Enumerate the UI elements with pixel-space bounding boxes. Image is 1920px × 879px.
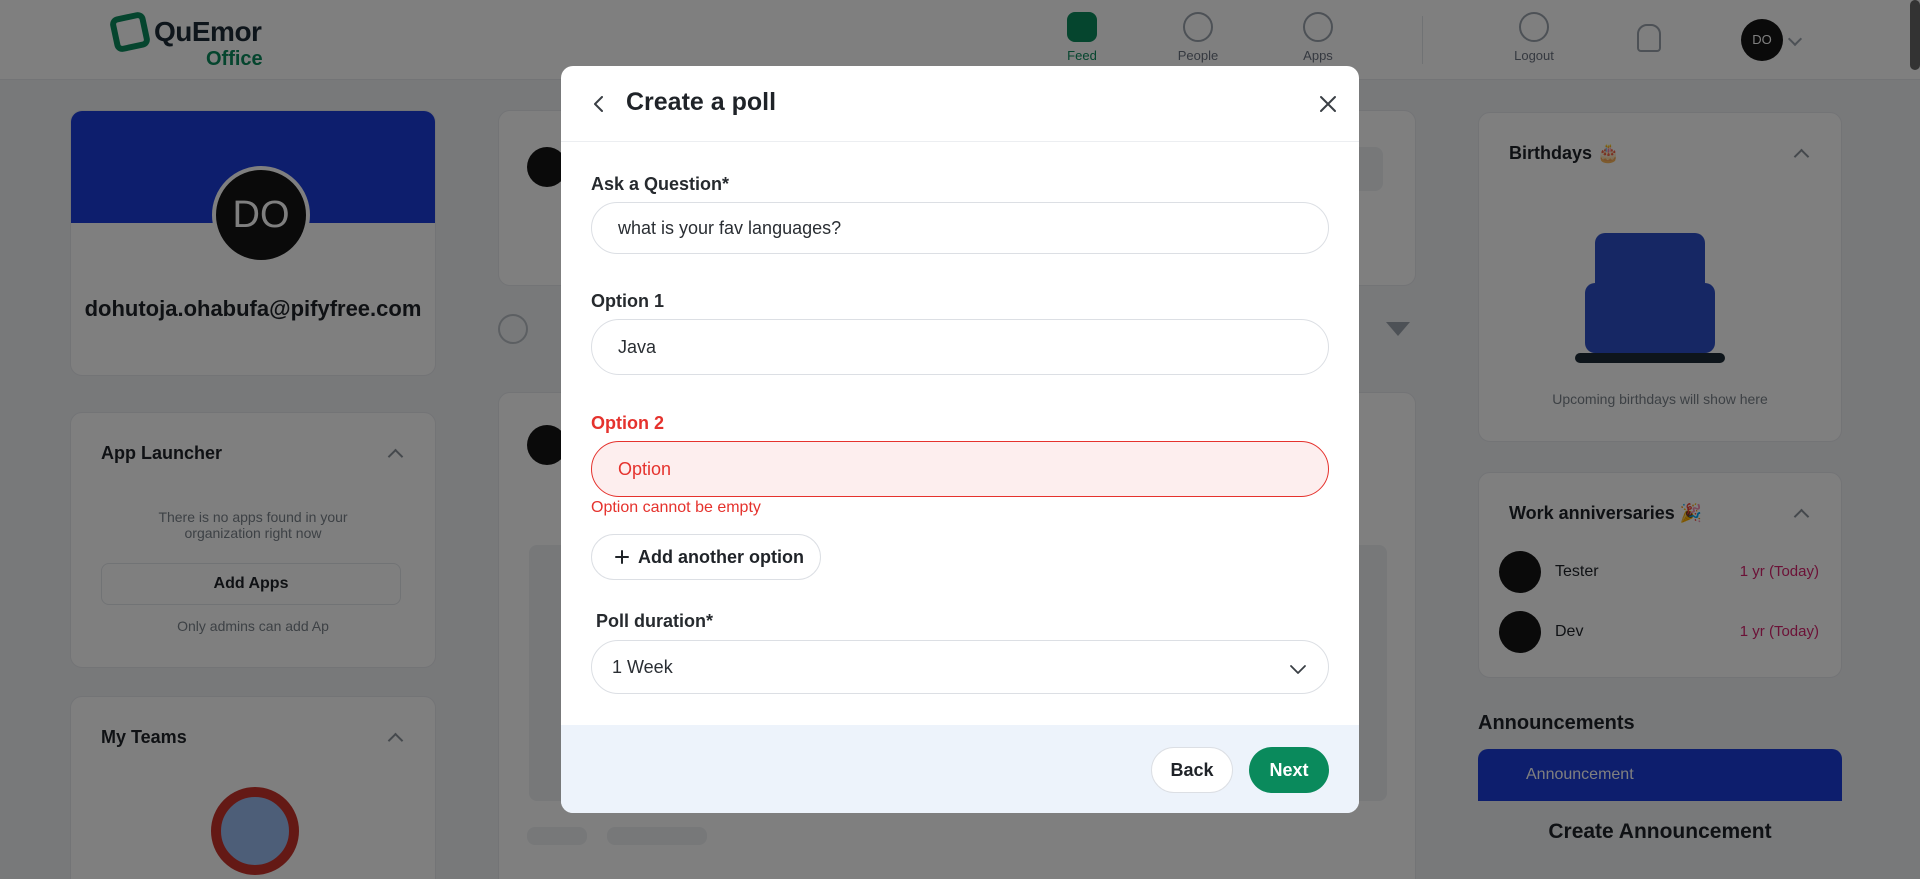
- modal-title: Create a poll: [626, 88, 777, 116]
- back-button[interactable]: Back: [1151, 747, 1233, 793]
- next-button[interactable]: Next: [1249, 747, 1329, 793]
- question-input[interactable]: [591, 202, 1329, 254]
- poll-duration-label: Poll duration*: [596, 611, 713, 631]
- modal-footer: Back Next: [561, 725, 1359, 813]
- option-1-input[interactable]: [591, 319, 1329, 375]
- create-poll-modal: Create a poll Ask a Question* Option 1 O…: [561, 66, 1359, 813]
- chevron-down-icon: [1290, 665, 1306, 674]
- plus-icon: [615, 550, 629, 564]
- option-2-error: Option cannot be empty: [591, 499, 761, 516]
- modal-header: Create a poll: [561, 66, 1359, 142]
- poll-duration-select[interactable]: 1 Week: [591, 640, 1329, 694]
- add-option-label: Add another option: [638, 546, 804, 567]
- chevron-left-icon[interactable]: [591, 96, 607, 112]
- close-icon[interactable]: [1316, 92, 1340, 116]
- poll-duration-value: 1 Week: [612, 657, 673, 677]
- question-label: Ask a Question*: [591, 174, 730, 194]
- add-another-option-button[interactable]: Add another option: [591, 534, 821, 580]
- option-2-input[interactable]: [591, 441, 1329, 497]
- option-2-label: Option 2: [591, 413, 664, 433]
- option-1-label: Option 1: [591, 291, 664, 311]
